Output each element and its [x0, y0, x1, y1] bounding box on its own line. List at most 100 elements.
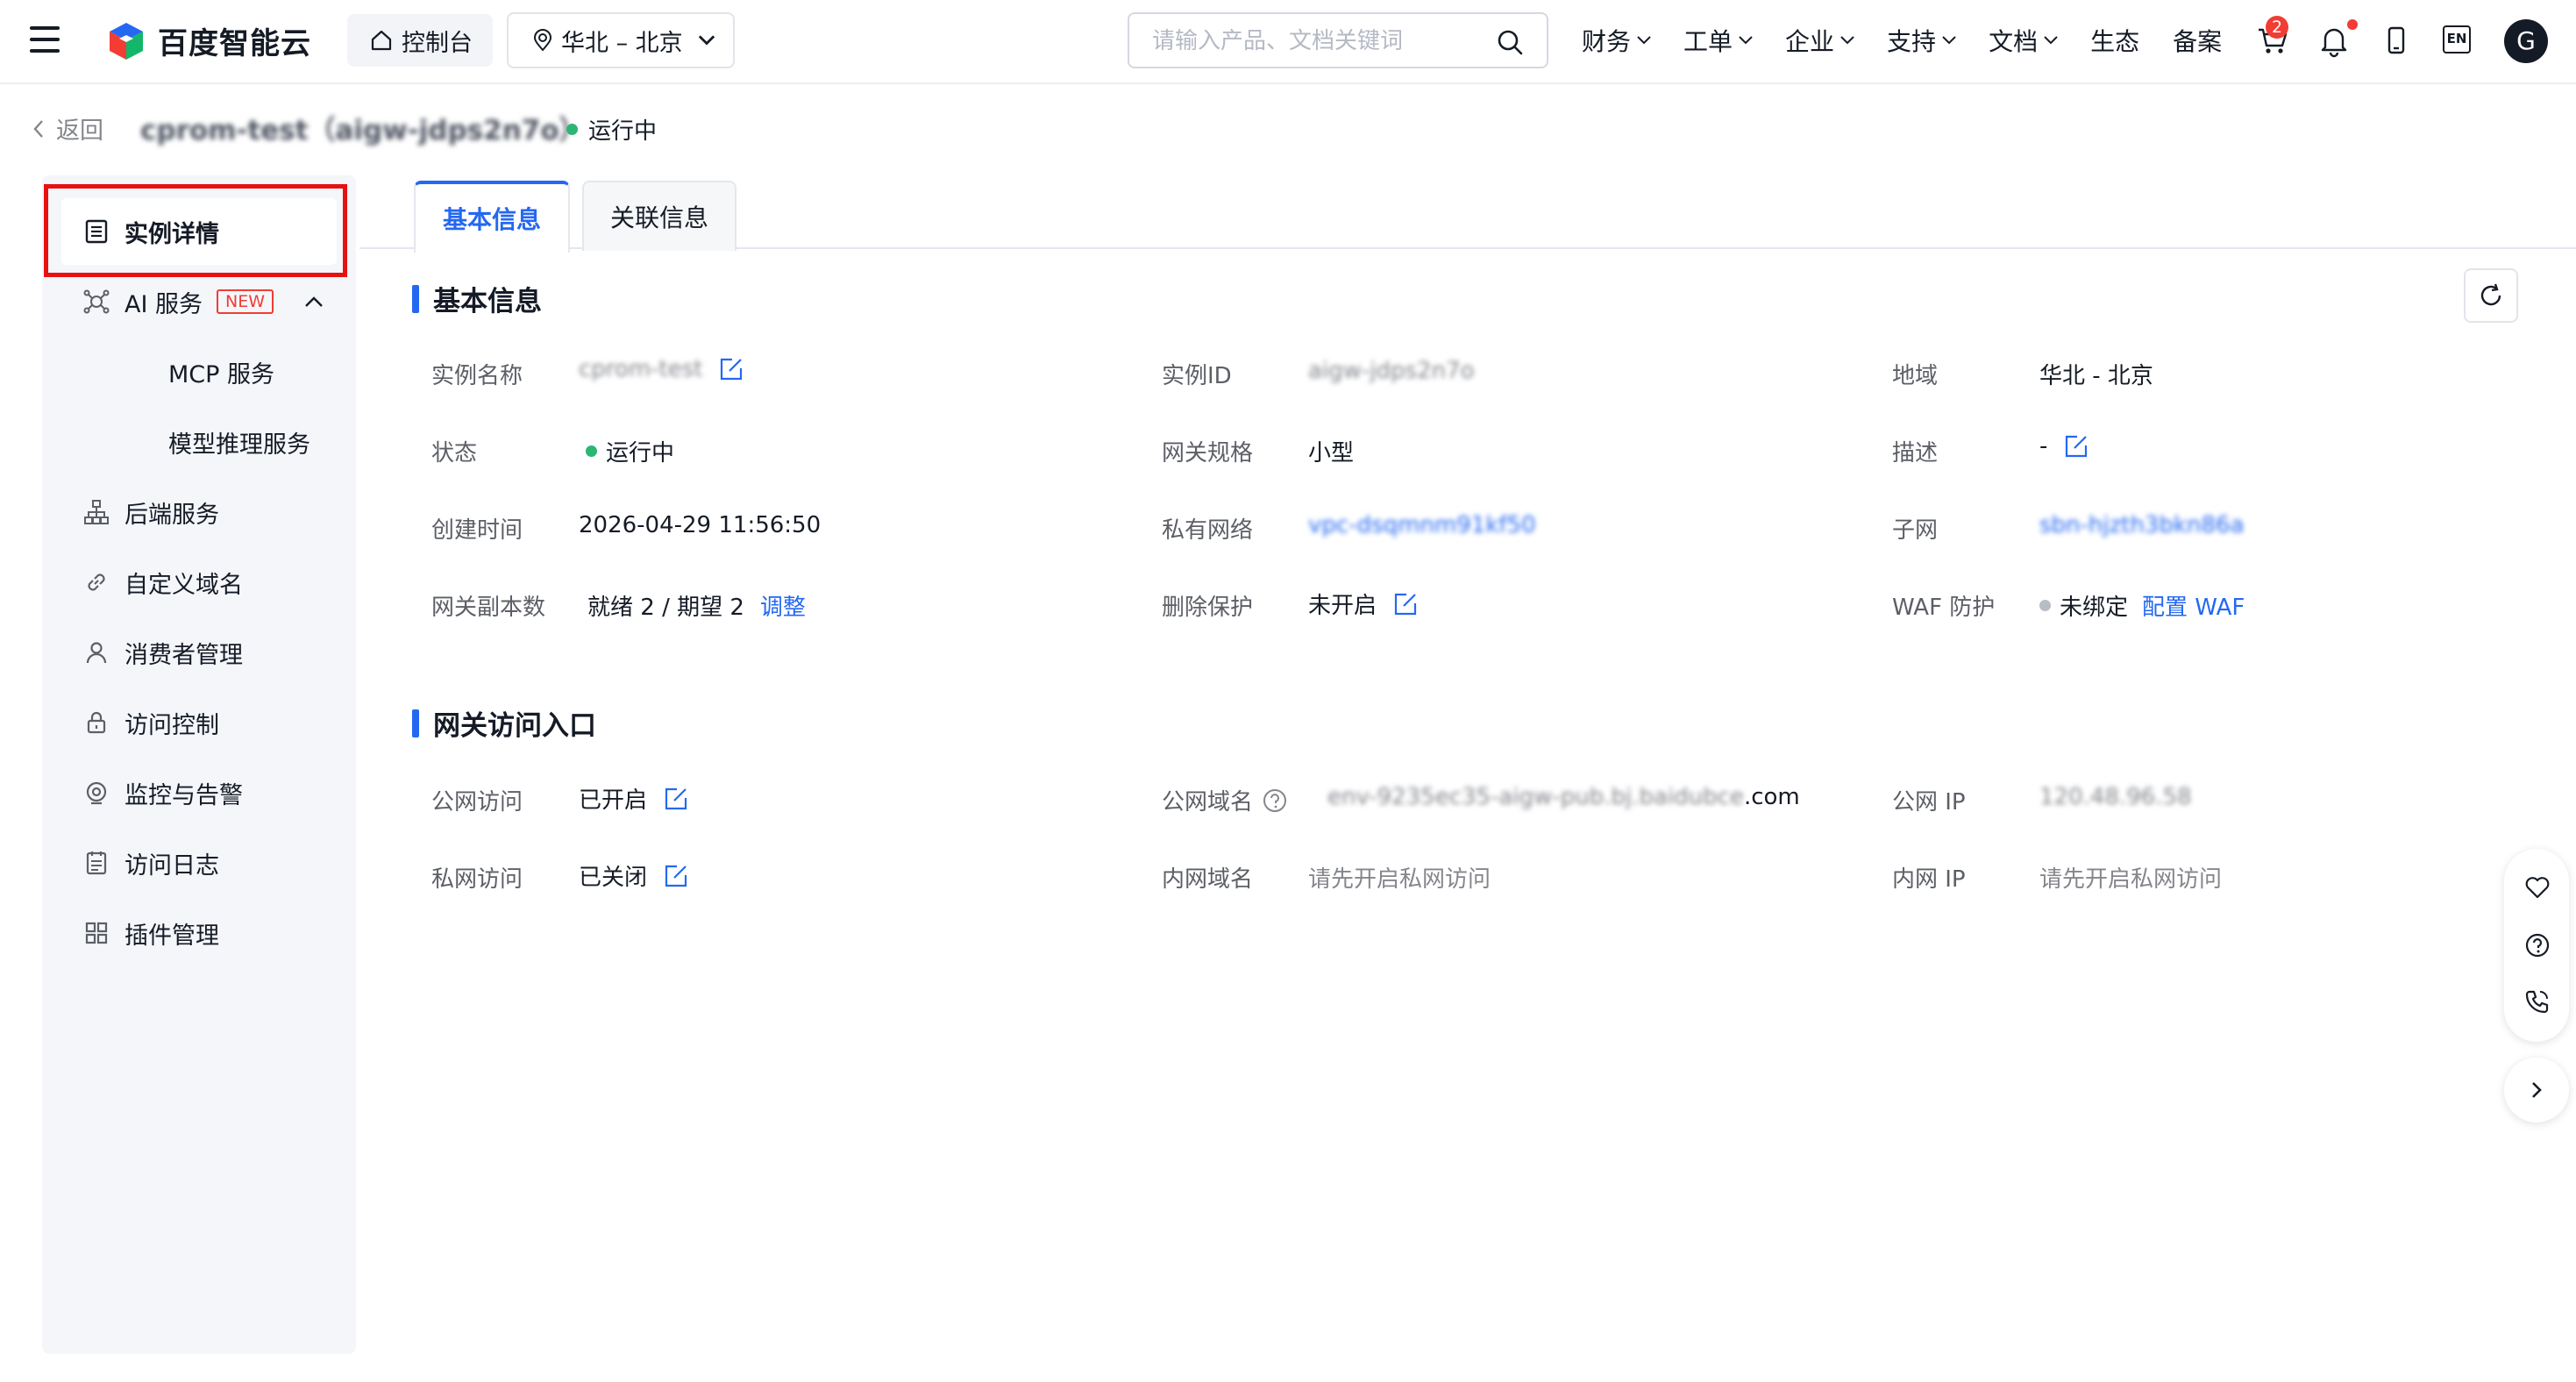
vpc-link[interactable]: vpc-dsqmnm91kf50 — [1308, 512, 1536, 538]
sidebar-item-access-log[interactable]: 访问日志 — [42, 828, 356, 898]
waf-label: WAF 防护 — [1892, 595, 1996, 621]
tab-related-info[interactable]: 关联信息 — [582, 181, 737, 251]
back-link[interactable]: 返回 — [32, 111, 103, 146]
chevron-down-icon — [1739, 36, 1753, 45]
refresh-button[interactable] — [2464, 268, 2518, 323]
sidebar-item-mcp-service[interactable]: MCP 服务 — [42, 337, 356, 407]
chevron-down-icon — [1942, 36, 1956, 45]
sidebar-item-ai-service[interactable]: AI 服务 NEW — [42, 267, 356, 337]
search-icon[interactable] — [1496, 28, 1524, 56]
language-toggle[interactable]: EN — [2443, 25, 2471, 53]
edit-icon[interactable] — [663, 863, 689, 889]
replicas-text: 就绪 2 / 期望 2 — [587, 595, 744, 621]
private-domain-value: 请先开启私网访问 — [1308, 866, 1491, 893]
refresh-icon — [2480, 283, 2501, 306]
sidebar-item-plugin-mgmt[interactable]: 插件管理 — [42, 898, 356, 968]
nav-enterprise[interactable]: 企业 — [1785, 19, 1855, 61]
menu-icon[interactable] — [30, 26, 60, 53]
section-basic-info: 基本信息 — [412, 279, 542, 318]
chevron-down-icon — [1637, 36, 1651, 45]
cart-badge: 2 — [2266, 16, 2288, 39]
logo[interactable]: 百度智能云 — [105, 19, 311, 62]
region-label: 华北 – 北京 — [561, 29, 683, 57]
top-nav: 财务 工单 企业 支持 文档 生态 备案 — [1582, 19, 2255, 61]
region-selector[interactable]: 华北 – 北京 — [507, 12, 735, 68]
log-icon — [86, 851, 107, 875]
sidebar-item-custom-domain[interactable]: 自定义域名 — [42, 547, 356, 617]
subnet-label: 子网 — [1892, 517, 1939, 544]
chevron-up-icon[interactable] — [303, 295, 324, 309]
hierarchy-icon — [84, 500, 109, 524]
waf-value: 未绑定 配置 WAF — [2039, 589, 2245, 622]
help-icon[interactable] — [1262, 787, 1288, 814]
bell-icon[interactable] — [2316, 23, 2352, 58]
public-domain-label: 公网域名 — [1162, 784, 1288, 816]
logo-icon — [110, 22, 143, 60]
status-text: 运行中 — [588, 118, 658, 145]
section-bar — [412, 284, 419, 313]
adjust-replicas-link[interactable]: 调整 — [760, 589, 806, 622]
phone-icon[interactable] — [2523, 987, 2551, 1015]
public-access-value: 已开启 — [579, 782, 689, 815]
sidebar-item-model-inference[interactable]: 模型推理服务 — [42, 407, 356, 477]
public-ip-value: 120.48.96.58 — [2039, 784, 2192, 810]
avatar[interactable]: G — [2504, 19, 2548, 63]
nav-filing[interactable]: 备案 — [2173, 19, 2222, 61]
nav-support-label: 支持 — [1887, 27, 1937, 56]
monitor-icon — [86, 781, 107, 805]
expand-panel-button[interactable] — [2504, 1058, 2569, 1122]
chevron-down-icon — [698, 35, 715, 46]
search-input[interactable] — [1150, 26, 1484, 56]
private-access-value: 已关闭 — [579, 859, 689, 892]
nav-ecosystem[interactable]: 生态 — [2090, 19, 2139, 61]
sidebar-item-consumer-mgmt[interactable]: 消费者管理 — [42, 617, 356, 687]
sidebar-item-label: 访问控制 — [125, 711, 219, 739]
public-domain-text: env-9235ec35-aigw-pub.bj.baidubce — [1327, 784, 1744, 810]
status-text: 运行中 — [606, 440, 675, 467]
region-label: 地域 — [1892, 363, 1939, 389]
tab-basic-info[interactable]: 基本信息 — [414, 181, 570, 253]
home-icon — [371, 30, 392, 51]
nav-ticket[interactable]: 工单 — [1683, 19, 1754, 61]
created-value: 2026-04-29 11:56:50 — [579, 512, 822, 538]
section-bar — [412, 709, 419, 737]
sidebar-item-access-control[interactable]: 访问控制 — [42, 687, 356, 758]
private-domain-label: 内网域名 — [1162, 866, 1254, 893]
console-button[interactable]: 控制台 — [347, 14, 493, 67]
sidebar-item-label: AI 服务 — [125, 290, 203, 318]
nav-finance[interactable]: 财务 — [1582, 19, 1652, 61]
waf-status-dot — [2039, 600, 2051, 611]
mobile-icon[interactable] — [2379, 23, 2414, 58]
top-bar: 百度智能云 控制台 华北 – 北京 财务 工单 — [0, 0, 2576, 84]
desc-value: - — [2039, 433, 2089, 459]
sidebar-item-label: 监控与告警 — [125, 781, 243, 809]
replicas-value: 就绪 2 / 期望 2 调整 — [587, 589, 806, 622]
desc-label: 描述 — [1892, 440, 1939, 467]
edit-icon[interactable] — [1392, 591, 1419, 617]
status-label: 状态 — [431, 440, 478, 467]
replicas-label: 网关副本数 — [431, 595, 546, 621]
logo-text: 百度智能云 — [158, 26, 311, 61]
edit-icon[interactable] — [718, 356, 744, 382]
configure-waf-link[interactable]: 配置 WAF — [2142, 589, 2245, 622]
status-value: 运行中 — [586, 435, 674, 467]
instance-name-value: cprom-test — [579, 356, 744, 382]
chevron-right-icon — [2532, 1082, 2542, 1098]
delete-protect-text: 未开启 — [1308, 593, 1377, 619]
delete-protect-value: 未开启 — [1308, 588, 1419, 620]
edit-icon[interactable] — [2063, 433, 2089, 459]
nav-docs[interactable]: 文档 — [1989, 19, 2059, 61]
section-title-text: 基本信息 — [433, 286, 542, 317]
region-value: 华北 - 北京 — [2039, 363, 2153, 389]
private-ip-label: 内网 IP — [1892, 866, 1966, 893]
heart-icon[interactable] — [2523, 873, 2551, 901]
edit-icon[interactable] — [663, 786, 689, 812]
desc-text: - — [2039, 433, 2048, 459]
sidebar-item-backend-service[interactable]: 后端服务 — [42, 477, 356, 547]
subnet-link[interactable]: sbn-hjzth3bkn86a — [2039, 512, 2245, 538]
search-box[interactable] — [1128, 12, 1548, 68]
instance-name-text: cprom-test — [579, 356, 703, 382]
nav-support[interactable]: 支持 — [1887, 19, 1957, 61]
sidebar-item-monitoring[interactable]: 监控与告警 — [42, 758, 356, 828]
help-icon[interactable] — [2523, 931, 2551, 959]
